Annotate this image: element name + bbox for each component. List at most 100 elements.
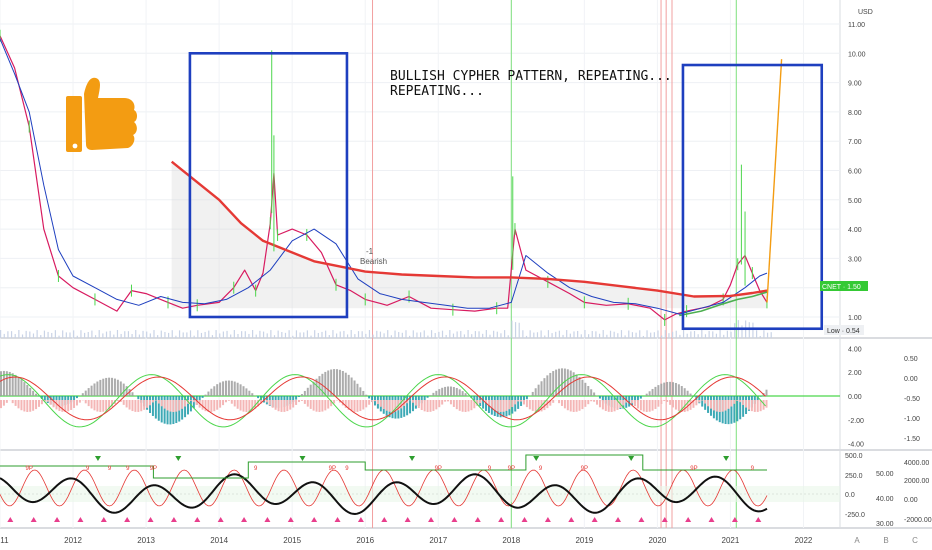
osc1-pink-bar [2,400,5,406]
osc1-histogram-bar [736,396,739,422]
osc1-histogram-bar [32,390,35,396]
osc1-histogram-bar [347,374,350,396]
osc1-histogram-bar [324,371,327,396]
osc1-histogram-bar [73,396,76,401]
osc1-tick-right: -0.50 [904,396,920,403]
osc1-pink-bar [677,400,680,412]
osc1-pink-bar [327,400,330,409]
scale-button-a[interactable]: A [854,536,860,545]
osc1-pink-bar [178,400,181,411]
osc1-pink-bar [379,400,382,407]
osc1-histogram-bar [432,392,435,396]
osc1-pink-bar [598,400,601,408]
volume-bar [679,334,681,338]
volume-bar [306,330,308,338]
osc1-histogram-bar [587,386,590,396]
volume-bar [467,330,469,338]
osc1-pink-bar [572,400,575,412]
volume-bar [756,330,758,338]
osc1-pink-bar [67,400,70,412]
osc1-pink-bar [149,400,152,406]
osc1-pink-bar [411,400,414,403]
osc1-pink-bar [575,400,578,412]
osc2-tick-mid: 0.0 [845,492,855,499]
osc1-pink-bar [146,400,149,408]
osc1-histogram-bar [598,396,601,399]
osc1-pink-bar [558,400,561,404]
osc1-pink-bar [157,400,160,404]
osc1-pink-bar [712,400,715,411]
pattern-annotation-line-1: BULLISH CYPHER PATTERN, REPEATING... [390,69,672,84]
osc1-histogram-bar [701,396,704,407]
osc1-pink-bar [236,400,239,409]
volume-bar [0,330,2,338]
osc1-pink-bar [639,400,642,411]
volume-bar [116,330,119,338]
osc1-pink-bar [750,400,753,412]
volume-bar [98,330,100,338]
osc1-pink-bar [604,400,607,411]
volume-bar [131,333,133,338]
osc1-pink-bar [265,400,268,403]
osc1-histogram-bar [105,377,108,396]
osc1-pink-bar [292,400,295,408]
volume-bar [332,330,334,338]
osc1-pink-bar [458,400,461,411]
osc1-pink-bar [227,400,230,401]
price-tick-label: 11.00 [848,22,865,29]
volume-bar [668,333,670,338]
osc1-histogram-bar [540,381,543,396]
volume-bar [763,330,765,338]
volume-bar [383,333,385,338]
volume-bar [544,335,546,338]
osc1-pink-bar [248,400,251,412]
osc1-pink-bar [449,400,452,405]
osc1-histogram-bar [204,394,207,396]
osc1-pink-bar [753,400,756,412]
time-tick-label: 2022 [795,536,813,545]
volume-bar [719,330,721,338]
osc1-pink-bar [286,400,289,412]
volume-bar [682,330,685,338]
osc1-histogram-bar [131,392,134,396]
low-price-text: Low · 0.54 [827,328,860,335]
osc1-histogram-bar [435,390,438,396]
volume-bar [350,330,352,338]
volume-bar [690,331,692,338]
osc1-pink-bar [46,400,49,402]
volume-bar [493,330,495,338]
osc1-pink-bar [32,400,35,411]
scale-button-c[interactable]: C [912,536,918,545]
scale-button-b[interactable]: B [883,536,888,545]
volume-bar [142,330,144,338]
osc1-pink-bar [756,400,759,412]
osc1-pink-bar [169,400,172,412]
osc1-histogram-bar [303,390,306,396]
osc1-histogram-bar [333,369,336,396]
volume-bar [657,330,659,338]
volume-bar [617,333,619,338]
osc2-marker-label: 9P [435,466,442,472]
osc1-pink-bar [0,400,2,409]
volume-bar [715,333,718,338]
osc1-pink-bar [531,400,534,411]
volume-bar [109,330,111,338]
volume-bar [288,330,290,338]
volume-bar [277,330,279,338]
volume-bar [562,334,564,338]
osc1-pink-bar [163,400,166,409]
volume-bar [146,331,148,338]
osc1-pink-bar [75,400,78,406]
osc1-histogram-bar [327,370,330,396]
osc1-pink-bar [245,400,248,412]
volume-bar [29,331,31,338]
osc1-histogram-bar [560,368,563,396]
osc1-histogram-bar [566,369,569,396]
volume-bar [175,335,177,338]
osc1-histogram-bar [639,396,642,399]
osc1-pink-bar [37,400,40,407]
volume-bar [233,330,235,338]
osc1-pink-bar [651,400,654,411]
volume-bar [36,330,38,338]
osc1-pink-bar [134,400,137,412]
